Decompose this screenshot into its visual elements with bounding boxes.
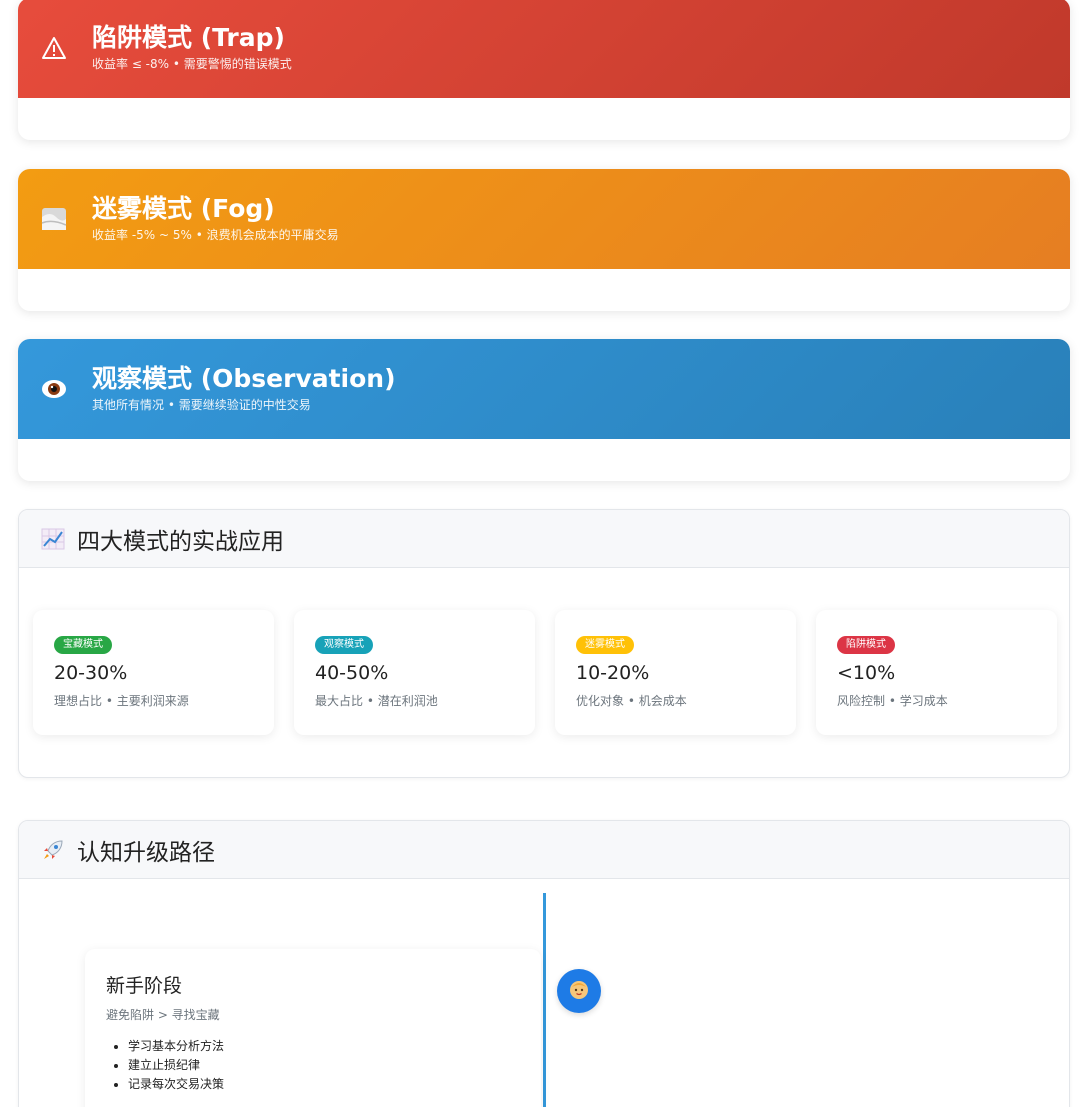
fog-mode-title: 迷雾模式 (Fog): [92, 193, 275, 223]
chart-icon: [41, 527, 65, 551]
stat-value: <10%: [837, 662, 896, 684]
fog-mode-header: 迷雾模式 (Fog) 收益率 -5% ~ 5% • 浪费机会成本的平庸交易: [18, 169, 1070, 269]
timeline-line: [543, 893, 546, 1107]
list-item: 学习基本分析方法: [128, 1037, 521, 1056]
stat-card-treasure: 宝藏模式 20-30% 理想占比 • 主要利润来源: [33, 610, 274, 735]
trap-mode-card: 陷阱模式 (Trap) 收益率 ≤ -8% • 需要警惕的错误模式: [18, 0, 1070, 140]
stat-value: 10-20%: [576, 662, 650, 684]
baby-icon: [568, 978, 590, 1004]
observation-mode-title: 观察模式 (Observation): [92, 363, 396, 393]
stat-description: 理想占比 • 主要利润来源: [54, 694, 189, 708]
upgrade-path-panel: 认知升级路径 新手阶段 避免陷阱 > 寻找宝藏 学习基本分析方法 建立止损纪律 …: [18, 820, 1070, 1107]
stat-description: 风险控制 • 学习成本: [837, 694, 948, 708]
trap-mode-header: 陷阱模式 (Trap) 收益率 ≤ -8% • 需要警惕的错误模式: [18, 0, 1070, 98]
upgrade-path-title: 认知升级路径: [77, 839, 215, 866]
stage-subtitle: 避免陷阱 > 寻找宝藏: [106, 1008, 220, 1022]
applications-title: 四大模式的实战应用: [77, 528, 284, 555]
stat-badge: 宝藏模式: [54, 636, 112, 654]
stat-badge: 观察模式: [315, 636, 373, 654]
list-item: 记录每次交易决策: [128, 1075, 521, 1094]
stat-card-observation: 观察模式 40-50% 最大占比 • 潜在利润池: [294, 610, 535, 735]
stat-badge: 迷雾模式: [576, 636, 634, 654]
applications-panel: 四大模式的实战应用 宝藏模式 20-30% 理想占比 • 主要利润来源 观察模式…: [18, 509, 1070, 778]
page: 陷阱模式 (Trap) 收益率 ≤ -8% • 需要警惕的错误模式 迷雾模式 (…: [0, 0, 1080, 1107]
stage-title: 新手阶段: [106, 975, 183, 997]
stat-description: 最大占比 • 潜在利润池: [315, 694, 438, 708]
stat-cards: 宝藏模式 20-30% 理想占比 • 主要利润来源 观察模式 40-50% 最大…: [33, 610, 1057, 735]
stage-avatar: [557, 969, 601, 1013]
stat-value: 20-30%: [54, 662, 128, 684]
stage-card-novice: 新手阶段 避免陷阱 > 寻找宝藏 学习基本分析方法 建立止损纪律 记录每次交易决…: [85, 949, 541, 1107]
fog-mode-card: 迷雾模式 (Fog) 收益率 -5% ~ 5% • 浪费机会成本的平庸交易: [18, 169, 1070, 311]
stage-task-list: 学习基本分析方法 建立止损纪律 记录每次交易决策: [106, 1037, 521, 1094]
rocket-icon: [41, 838, 65, 862]
upgrade-path-header: 认知升级路径: [19, 821, 1069, 879]
eye-icon: [40, 375, 68, 403]
stat-card-trap: 陷阱模式 <10% 风险控制 • 学习成本: [816, 610, 1057, 735]
observation-mode-header: 观察模式 (Observation) 其他所有情况 • 需要继续验证的中性交易: [18, 339, 1070, 439]
stat-badge: 陷阱模式: [837, 636, 895, 654]
stat-card-fog: 迷雾模式 10-20% 优化对象 • 机会成本: [555, 610, 796, 735]
trap-mode-title: 陷阱模式 (Trap): [92, 22, 285, 52]
list-item: 建立止损纪律: [128, 1056, 521, 1075]
trap-mode-subtitle: 收益率 ≤ -8% • 需要警惕的错误模式: [92, 57, 292, 72]
applications-header: 四大模式的实战应用: [19, 510, 1069, 568]
observation-mode-card: 观察模式 (Observation) 其他所有情况 • 需要继续验证的中性交易: [18, 339, 1070, 481]
stat-description: 优化对象 • 机会成本: [576, 694, 687, 708]
fog-mode-subtitle: 收益率 -5% ~ 5% • 浪费机会成本的平庸交易: [92, 228, 339, 243]
stat-value: 40-50%: [315, 662, 389, 684]
observation-mode-subtitle: 其他所有情况 • 需要继续验证的中性交易: [92, 398, 311, 413]
warning-icon: [40, 34, 68, 62]
fog-icon: [40, 205, 68, 233]
